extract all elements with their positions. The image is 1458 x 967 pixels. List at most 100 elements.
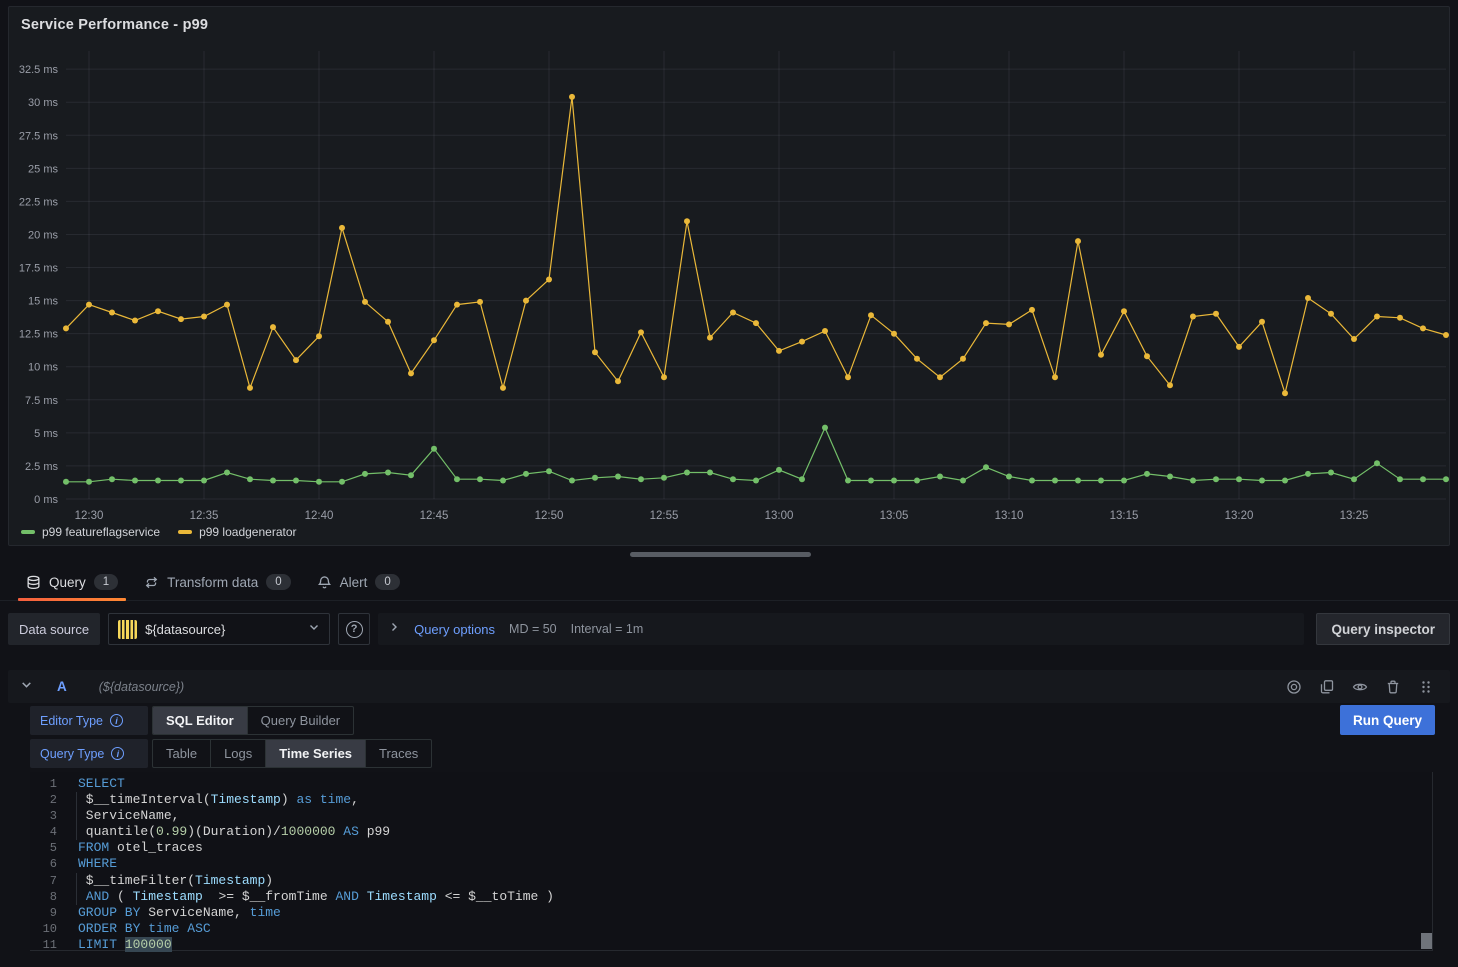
data-point[interactable]: [546, 468, 552, 474]
data-point[interactable]: [1121, 308, 1127, 314]
data-point[interactable]: [1259, 478, 1265, 484]
horizontal-scrollbar-thumb[interactable]: [630, 552, 811, 557]
data-point[interactable]: [86, 479, 92, 485]
data-point[interactable]: [753, 320, 759, 326]
data-point[interactable]: [983, 320, 989, 326]
data-point[interactable]: [155, 308, 161, 314]
data-point[interactable]: [1075, 238, 1081, 244]
data-point[interactable]: [523, 471, 529, 477]
data-point[interactable]: [776, 467, 782, 473]
data-point[interactable]: [132, 478, 138, 484]
data-point[interactable]: [1282, 390, 1288, 396]
data-point[interactable]: [1374, 314, 1380, 320]
data-point[interactable]: [1397, 476, 1403, 482]
tab-alert[interactable]: Alert 0: [307, 564, 410, 600]
query-type-option-time-series[interactable]: Time Series: [265, 740, 365, 767]
data-point[interactable]: [339, 225, 345, 231]
data-point[interactable]: [592, 349, 598, 355]
data-point[interactable]: [224, 470, 230, 476]
tab-transform-data[interactable]: Transform data 0: [134, 564, 300, 600]
data-point[interactable]: [1006, 321, 1012, 327]
datasource-help-button[interactable]: ?: [338, 613, 370, 645]
data-point[interactable]: [868, 312, 874, 318]
data-point[interactable]: [1098, 352, 1104, 358]
data-point[interactable]: [362, 471, 368, 477]
data-point[interactable]: [454, 476, 460, 482]
data-point[interactable]: [385, 470, 391, 476]
record-circle-icon[interactable]: [1282, 675, 1306, 699]
data-point[interactable]: [500, 385, 506, 391]
editor-type-option-query-builder[interactable]: Query Builder: [247, 707, 353, 734]
data-point[interactable]: [1213, 311, 1219, 317]
data-point[interactable]: [408, 472, 414, 478]
tab-query[interactable]: Query 1: [16, 564, 128, 600]
data-point[interactable]: [63, 479, 69, 485]
data-point[interactable]: [638, 329, 644, 335]
data-point[interactable]: [960, 356, 966, 362]
data-point[interactable]: [109, 310, 115, 316]
data-point[interactable]: [707, 335, 713, 341]
data-point[interactable]: [109, 476, 115, 482]
sql-code-editor[interactable]: 1SELECT2 $__timeInterval(Timestamp) as t…: [30, 772, 1433, 951]
data-point[interactable]: [868, 478, 874, 484]
data-point[interactable]: [500, 478, 506, 484]
data-point[interactable]: [799, 339, 805, 345]
data-point[interactable]: [431, 446, 437, 452]
series-p99-loadgenerator[interactable]: [63, 94, 1449, 396]
data-point[interactable]: [569, 94, 575, 100]
data-point[interactable]: [431, 337, 437, 343]
timeseries-plot[interactable]: 0 ms2.5 ms5 ms7.5 ms10 ms12.5 ms15 ms17.…: [9, 33, 1449, 519]
data-point[interactable]: [546, 277, 552, 283]
data-point[interactable]: [615, 474, 621, 480]
data-point[interactable]: [408, 370, 414, 376]
data-point[interactable]: [1052, 478, 1058, 484]
editor-scrollbar-thumb[interactable]: [1421, 933, 1432, 949]
data-point[interactable]: [983, 464, 989, 470]
data-point[interactable]: [178, 478, 184, 484]
data-point[interactable]: [1190, 478, 1196, 484]
data-point[interactable]: [454, 302, 460, 308]
data-point[interactable]: [316, 333, 322, 339]
data-point[interactable]: [477, 476, 483, 482]
data-point[interactable]: [293, 478, 299, 484]
data-point[interactable]: [1328, 311, 1334, 317]
data-point[interactable]: [1052, 374, 1058, 380]
data-point[interactable]: [914, 478, 920, 484]
data-point[interactable]: [1305, 295, 1311, 301]
data-point[interactable]: [891, 331, 897, 337]
data-point[interactable]: [316, 479, 322, 485]
data-point[interactable]: [1259, 319, 1265, 325]
legend-item[interactable]: p99 featureflagservice: [21, 525, 160, 539]
trash-icon[interactable]: [1381, 675, 1405, 699]
data-point[interactable]: [753, 478, 759, 484]
data-point[interactable]: [1167, 474, 1173, 480]
run-query-button[interactable]: Run Query: [1340, 705, 1435, 735]
query-type-option-logs[interactable]: Logs: [210, 740, 265, 767]
data-point[interactable]: [178, 316, 184, 322]
query-type-option-table[interactable]: Table: [153, 740, 210, 767]
data-point[interactable]: [615, 378, 621, 384]
data-point[interactable]: [1420, 325, 1426, 331]
data-point[interactable]: [63, 325, 69, 331]
data-point[interactable]: [1190, 314, 1196, 320]
drag-handle-icon[interactable]: [1414, 675, 1438, 699]
data-point[interactable]: [937, 474, 943, 480]
data-point[interactable]: [1305, 471, 1311, 477]
query-inspector-button[interactable]: Query inspector: [1316, 613, 1450, 645]
data-point[interactable]: [730, 476, 736, 482]
eye-icon[interactable]: [1348, 675, 1372, 699]
data-point[interactable]: [1282, 478, 1288, 484]
data-point[interactable]: [661, 475, 667, 481]
data-point[interactable]: [155, 478, 161, 484]
datasource-picker[interactable]: ${datasource}: [108, 613, 330, 645]
data-point[interactable]: [799, 476, 805, 482]
data-point[interactable]: [247, 385, 253, 391]
data-point[interactable]: [86, 302, 92, 308]
editor-type-option-sql-editor[interactable]: SQL Editor: [153, 707, 247, 734]
data-point[interactable]: [845, 478, 851, 484]
data-point[interactable]: [776, 348, 782, 354]
data-point[interactable]: [1351, 476, 1357, 482]
data-point[interactable]: [224, 302, 230, 308]
data-point[interactable]: [845, 374, 851, 380]
data-point[interactable]: [1328, 470, 1334, 476]
